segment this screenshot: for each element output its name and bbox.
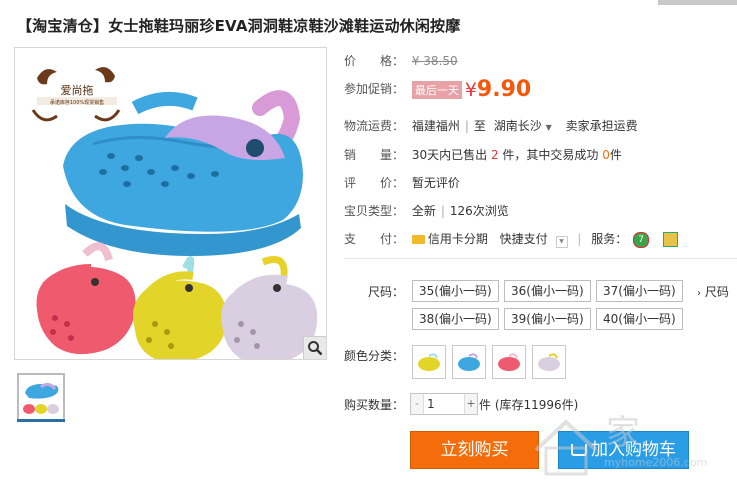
thumbnail-active-indicator bbox=[17, 419, 65, 422]
shipping-label: 物流运费： bbox=[344, 119, 405, 133]
shoe-illustration: 爱尚拖 承诺库存100%现货销售 bbox=[31, 67, 318, 359]
shipping-from: 福建福州 bbox=[411, 119, 460, 133]
size-option-40[interactable]: 40(偏小一码) bbox=[596, 308, 683, 330]
brand-logo: 爱尚拖 承诺库存100%现货销售 bbox=[31, 67, 121, 122]
size-option-37[interactable]: 37(偏小一码) bbox=[596, 280, 683, 302]
price-label: 价 格： bbox=[344, 54, 405, 68]
shipping-fee: 卖家承担运费 bbox=[565, 119, 638, 133]
color-swatch-pink[interactable] bbox=[492, 345, 526, 379]
quantity-stepper: - 1 + bbox=[410, 393, 478, 415]
promotion-row: 参加促销： 最后一天 ¥9.90 bbox=[344, 77, 531, 102]
guarantee-icon[interactable] bbox=[662, 232, 678, 247]
quantity-decrease[interactable]: - bbox=[411, 394, 424, 414]
review-label: 评 价： bbox=[344, 176, 405, 190]
size-label: 尺码： bbox=[368, 285, 405, 299]
watermark-text: 家 bbox=[606, 413, 640, 453]
promo-price: 9.90 bbox=[476, 77, 532, 102]
item-type-row: 宝贝类型： 全新 | 126次浏览 bbox=[344, 204, 509, 218]
buy-now-button[interactable]: 立刻购买 bbox=[410, 431, 539, 469]
sales-row: 销 量： 30天内已售出 2 件，其中交易成功 0件 bbox=[344, 148, 622, 162]
watermark: 家 myhome2006.com bbox=[526, 400, 736, 482]
item-views: 126次浏览 bbox=[449, 204, 509, 218]
payment-row: 支 付： 信用卡分期 快捷支付 ▼ | 服务： 7 bbox=[344, 230, 678, 248]
top-bar bbox=[0, 0, 737, 5]
promotion-tag: 最后一天 bbox=[411, 80, 462, 99]
color-label: 颜色分类： bbox=[344, 349, 405, 363]
size-option-39[interactable]: 39(偏小一码) bbox=[504, 308, 591, 330]
magnifier-icon bbox=[308, 341, 323, 356]
seven-day-return-icon[interactable]: 7 bbox=[633, 231, 650, 248]
size-option-36[interactable]: 36(偏小一码) bbox=[504, 280, 591, 302]
payment-label: 支 付： bbox=[344, 232, 405, 246]
quantity-label: 购买数量： bbox=[344, 398, 405, 412]
logo-text: 爱尚拖 bbox=[61, 83, 94, 97]
pink-shoe bbox=[36, 242, 136, 355]
thumbnail-shoe-icon bbox=[23, 382, 59, 414]
sold-count: 2 bbox=[490, 148, 499, 162]
zoom-button[interactable] bbox=[303, 336, 326, 359]
section-divider bbox=[344, 258, 737, 259]
price-row: 价 格： ¥ 38.50 bbox=[344, 52, 458, 69]
size-chart-link[interactable]: › 尺码 bbox=[697, 283, 729, 300]
watermark-url: myhome2006.com bbox=[604, 456, 707, 469]
quick-pay[interactable]: 快捷支付 bbox=[500, 232, 548, 246]
shipping-row: 物流运费： 福建福州 | 至 湖南长沙 ▼ 卖家承担运费 bbox=[344, 119, 638, 133]
sales-label: 销 量： bbox=[344, 148, 405, 162]
promo-currency: ¥ bbox=[464, 78, 477, 101]
review-row: 评 价： 暂无评价 bbox=[344, 174, 460, 191]
chevron-down-icon: ▼ bbox=[545, 123, 552, 132]
yellow-shoe bbox=[133, 256, 227, 359]
size-option-38[interactable]: 38(偏小一码) bbox=[412, 308, 499, 330]
promotion-label: 参加促销： bbox=[344, 82, 405, 96]
card-icon bbox=[411, 235, 425, 244]
item-condition: 全新 bbox=[411, 204, 436, 218]
credit-installment[interactable]: 信用卡分期 bbox=[428, 232, 488, 246]
quantity-input[interactable]: 1 bbox=[427, 394, 461, 414]
chevron-right-icon: › bbox=[697, 288, 701, 299]
item-type-label: 宝贝类型： bbox=[344, 204, 405, 218]
size-option-35[interactable]: 35(偏小一码) bbox=[412, 280, 499, 302]
review-value: 暂无评价 bbox=[411, 176, 460, 190]
color-swatch-yellow[interactable] bbox=[412, 345, 446, 379]
main-product-image[interactable]: 爱尚拖 承诺库存100%现货销售 bbox=[14, 47, 327, 360]
shipping-destination[interactable]: 湖南长沙 ▼ bbox=[494, 119, 552, 133]
color-swatch-blue[interactable] bbox=[452, 345, 486, 379]
watermark-house-icon: 家 myhome2006.com bbox=[534, 413, 707, 476]
thumbnail-image[interactable] bbox=[17, 373, 65, 421]
success-count: 0 bbox=[602, 148, 610, 162]
big-shoe bbox=[63, 90, 303, 256]
logo-tagline: 承诺库存100%现货销售 bbox=[50, 99, 104, 106]
color-swatch-purple[interactable] bbox=[532, 345, 566, 379]
service-label: 服务： bbox=[591, 232, 628, 246]
dropdown-arrow-icon[interactable]: ▼ bbox=[555, 236, 568, 248]
shipping-to-prefix: 至 bbox=[473, 119, 486, 133]
original-price: ¥ 38.50 bbox=[411, 54, 458, 68]
product-title: 【淘宝清仓】女士拖鞋玛丽珍EVA洞洞鞋凉鞋沙滩鞋运动休闲按摩 bbox=[17, 17, 461, 35]
quantity-increase[interactable]: + bbox=[464, 394, 477, 414]
